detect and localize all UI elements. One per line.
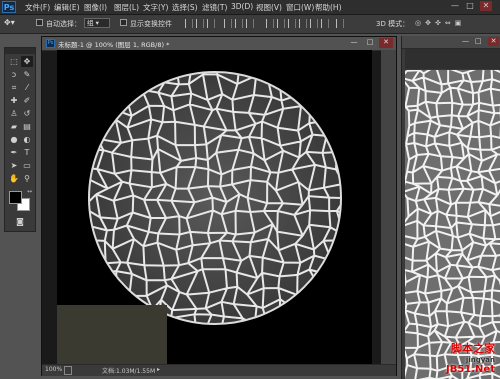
distribute-vcenter-icon[interactable] [277,19,285,28]
close-button[interactable]: ✕ [480,1,492,11]
menu-type[interactable]: 文字(Y) [143,2,168,13]
gradient-icon[interactable]: ▤ [21,121,33,132]
menu-image[interactable]: 图像(I) [84,2,107,13]
menu-filter[interactable]: 滤镜(T) [202,2,227,13]
panel-header-strip [405,49,500,69]
path-select-icon[interactable]: ➤ [8,160,20,171]
vertical-scrollbar[interactable] [381,50,396,364]
document-ps-icon: Ps [46,39,55,48]
panel-close-button[interactable]: ✕ [488,37,499,46]
move-tool-preset-icon[interactable]: ✥▾ [4,18,22,29]
zoom-level[interactable]: 100% [45,366,62,373]
watermark-line1: 脚本之家 [451,342,495,355]
menu-3d[interactable]: 3D(D) [231,2,253,11]
residual-texture-block [57,305,167,365]
menu-view[interactable]: 视图(V) [256,2,282,13]
status-bar: 100% 文档:1.03M/1.55M ▸ [42,364,396,376]
healing-icon[interactable]: ✚ [8,95,20,106]
transform-controls-checkbox[interactable] [120,19,127,26]
menu-edit[interactable]: 编辑(E) [54,2,80,13]
maximize-button[interactable]: □ [464,1,476,11]
watermark-line2: jingyan [465,356,495,364]
distribute-right-icon[interactable] [321,19,329,28]
status-export-icon[interactable] [64,366,72,375]
toolbox-header [5,48,35,54]
eraser-icon[interactable]: ▰ [8,121,20,132]
distribute-top-icon[interactable] [266,19,274,28]
swap-colors-icon[interactable]: ↔ [27,188,34,195]
menu-file[interactable]: 文件(F) [25,2,50,13]
align-left-icon[interactable] [224,19,232,28]
dodge-icon[interactable]: ◐ [21,134,33,145]
distribute-hcenter-icon[interactable] [310,19,318,28]
menu-layer[interactable]: 图层(L) [114,2,139,13]
right-panel-tabbar[interactable]: — □ ✕ [402,36,500,49]
menu-select[interactable]: 选择(S) [172,2,198,13]
history-brush-icon[interactable]: ↺ [21,108,33,119]
watermark: 脚本之家 jingyan JB51.Net [446,340,495,375]
hand-icon[interactable]: ✋ [8,173,20,184]
options-bar: ✥▾ 自动选择： 组 ▾ 显示变换控件 3D 模式： ◎✥✜⇔▣ [0,15,500,34]
document-title: 未标题-1 @ 100% (图层 1, RGB/8) * [58,41,170,49]
document-info: 文档:1.03M/1.55M [102,368,156,375]
watermark-line3: JB51.Net [446,364,495,375]
3d-mode-icons[interactable]: ◎✥✜⇔▣ [415,19,495,28]
menu-window[interactable]: 窗口(W) [286,2,314,13]
minimize-button[interactable]: — [449,1,461,11]
texture-preview[interactable] [405,70,500,379]
shape-icon[interactable]: ▭ [21,160,33,171]
distribute-left-icon[interactable] [299,19,307,28]
move-icon[interactable]: ✥ [21,56,33,67]
crop-icon[interactable]: ⌗ [8,82,20,93]
auto-select-checkbox[interactable] [36,19,43,26]
document-window: Ps 未标题-1 @ 100% (图层 1, RGB/8) * — □ ✕ 10… [41,36,397,376]
distribute-bottom-icon[interactable] [288,19,296,28]
doc-maximize-button[interactable]: □ [363,38,377,48]
lasso-icon[interactable]: ↄ [8,69,20,80]
align-bottom-icon[interactable] [207,19,215,28]
panel-minimize-button[interactable]: — [462,37,473,46]
type-icon[interactable]: T [21,147,33,158]
blur-icon[interactable]: ● [8,134,20,145]
3d-mode-label: 3D 模式： [376,20,410,28]
photoshop-logo: Ps [2,1,16,13]
marquee-icon[interactable]: ⬚ [8,56,20,67]
quick-mask-icon[interactable]: ◙ [14,216,26,227]
auto-select-value: 组 [87,19,94,27]
pen-icon[interactable]: ✒ [8,147,20,158]
auto-select-dropdown[interactable]: 组 ▾ [84,18,110,28]
foreground-color-swatch[interactable] [9,191,22,204]
auto-align-icon[interactable] [336,19,344,28]
doc-minimize-button[interactable]: — [347,38,361,48]
auto-select-label: 自动选择： [46,20,81,28]
right-document-panel: — □ ✕ 脚本之家 jingyan JB51.Net [401,36,500,379]
quick-select-icon[interactable]: ✎ [21,69,33,80]
panel-maximize-button[interactable]: □ [475,37,486,46]
align-top-icon[interactable] [185,19,193,28]
align-vcenter-icon[interactable] [196,19,204,28]
menu-bar: Ps 文件(F) 编辑(E) 图像(I) 图层(L) 文字(Y) 选择(S) 滤… [0,0,500,15]
document-titlebar[interactable]: Ps 未标题-1 @ 100% (图层 1, RGB/8) * — □ ✕ [42,37,396,51]
menu-help[interactable]: 帮助(H) [315,2,342,13]
align-right-icon[interactable] [246,19,254,28]
toolbox: ⬚ ✥ ↄ ✎ ⌗ ⁄ ✚ ✐ ♙ ↺ ▰ ▤ ● ◐ ✒ T ➤ ▭ ✋ ⚲ … [4,47,36,232]
cracked-earth-texture [405,70,500,379]
brush-icon[interactable]: ✐ [21,95,33,106]
doc-close-button[interactable]: ✕ [379,38,393,48]
transform-controls-label: 显示变换控件 [130,20,172,28]
stamp-icon[interactable]: ♙ [8,108,20,119]
zoom-icon[interactable]: ⚲ [21,173,33,184]
status-menu-icon[interactable]: ▸ [157,366,160,373]
document-canvas[interactable] [57,50,372,365]
eyedropper-icon[interactable]: ⁄ [21,82,33,93]
align-hcenter-icon[interactable] [235,19,243,28]
